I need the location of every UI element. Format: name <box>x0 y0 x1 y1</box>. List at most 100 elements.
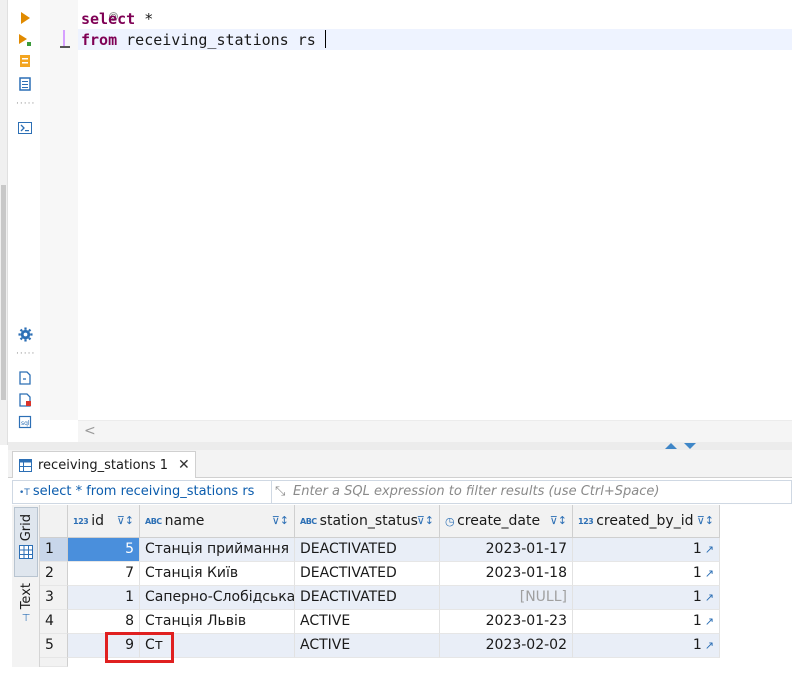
editor-gutter: ⊖ <box>40 0 118 420</box>
maximize-up-icon[interactable] <box>665 443 677 449</box>
sql-text-icon: •T <box>19 488 30 498</box>
code-line-1: select * <box>81 9 153 29</box>
tab-grid[interactable]: Grid <box>14 507 38 577</box>
text-type-icon: ABC <box>145 516 162 526</box>
export-icon[interactable] <box>17 370 33 386</box>
cell-create-date[interactable]: 2023-01-23 <box>440 610 573 634</box>
cell-created-by-id[interactable]: 1 ↗ <box>573 562 720 586</box>
filter-sort-icon[interactable]: ⊽↕ <box>417 514 434 527</box>
change-marker <box>63 30 65 46</box>
editor-horizontal-scrollbar[interactable]: < <box>78 420 792 442</box>
cell-id[interactable]: 7 <box>68 562 140 586</box>
results-view-switcher: Grid Text ⊤ <box>12 505 40 667</box>
row-number[interactable]: 2 <box>40 562 68 586</box>
text-cursor <box>324 30 326 48</box>
date-type-icon: ◷ <box>445 514 455 528</box>
cell-name[interactable]: Станція Львів <box>140 610 295 634</box>
cell-id[interactable]: 8 <box>68 610 140 634</box>
format-icon[interactable]: sql <box>17 414 33 430</box>
execute-statement-icon[interactable] <box>17 10 33 26</box>
cell-value: 1 <box>692 565 702 581</box>
execute-script-icon[interactable] <box>17 32 33 48</box>
table-row[interactable]: 4 8 Станція Львів ACTIVE 2023-01-23 1 ↗ <box>40 610 792 634</box>
filter-bar: •T select * from receiving_stations rs ⤡ … <box>12 480 792 504</box>
keyword: select <box>81 10 136 28</box>
navigate-link-icon[interactable]: ↗ <box>705 615 714 628</box>
cell-created-by-id[interactable]: 1 ↗ <box>573 586 720 610</box>
row-number[interactable]: 5 <box>40 634 68 658</box>
cell-name[interactable]: Станція приймання <box>140 538 295 562</box>
toolbar-separator-2: ····· <box>16 349 36 359</box>
cell-name[interactable]: Саперно-Слобідська <box>140 586 295 610</box>
row-number[interactable]: 4 <box>40 610 68 634</box>
maximize-down-icon[interactable] <box>684 443 696 449</box>
text-label: Text <box>18 583 34 610</box>
tab-text[interactable]: Text ⊤ <box>14 583 38 647</box>
filter-input[interactable]: Enter a SQL expression to filter results… <box>293 484 659 499</box>
terminal-icon[interactable] <box>17 120 33 136</box>
row-number[interactable]: 1 <box>40 538 68 562</box>
code-text: * <box>135 10 154 28</box>
cell-station-status[interactable]: DEACTIVATED <box>295 586 440 610</box>
column-header-id[interactable]: 123 id ⊽↕ <box>68 505 140 538</box>
cell-created-by-id[interactable]: 1 ↗ <box>573 610 720 634</box>
highlight-annotation <box>105 632 174 663</box>
column-name: name <box>164 513 205 529</box>
import-icon[interactable] <box>17 392 33 408</box>
column-name: create_date <box>457 513 541 529</box>
table-row[interactable]: 3 1 Саперно-Слобідська DEACTIVATED [NULL… <box>40 586 792 610</box>
close-icon[interactable]: ✕ <box>178 457 190 473</box>
filter-sort-icon[interactable]: ⊽↕ <box>697 514 714 527</box>
column-header-name[interactable]: ABC name ⊽↕ <box>140 505 295 538</box>
column-name: id <box>91 513 104 529</box>
explain-plan-icon[interactable] <box>17 53 33 69</box>
cell-id[interactable]: 5 <box>68 538 140 562</box>
cell-created-by-id[interactable]: 1 ↗ <box>573 538 720 562</box>
text-type-icon: ABC <box>300 516 317 526</box>
column-header-create-date[interactable]: ◷ create_date ⊽↕ <box>440 505 573 538</box>
table-icon <box>19 458 32 472</box>
cell-created-by-id[interactable]: 1 ↗ <box>573 634 720 658</box>
navigate-link-icon[interactable]: ↗ <box>705 591 714 604</box>
filter-sort-icon[interactable]: ⊽↕ <box>550 514 567 527</box>
sql-editor[interactable]: select * from receiving_stations rs <box>78 0 792 420</box>
filter-query[interactable]: •T select * from receiving_stations rs <box>19 484 254 499</box>
column-header-station-status[interactable]: ABC station_status ⊽↕ <box>295 505 440 538</box>
filter-query-text: select * from receiving_stations rs <box>32 484 255 499</box>
cell-create-date[interactable]: 2023-01-18 <box>440 562 573 586</box>
keyword: from <box>81 31 118 49</box>
column-header-created-by-id[interactable]: 123 created_by_id ⊽↕ <box>573 505 720 538</box>
tab-receiving-stations[interactable]: receiving_stations 1 ✕ <box>12 451 196 478</box>
filter-sort-icon[interactable]: ⊽↕ <box>272 514 289 527</box>
results-tabbar: receiving_stations 1 ✕ <box>8 450 792 478</box>
cell-create-date[interactable]: 2023-02-02 <box>440 634 573 658</box>
toolbar-separator: ····· <box>16 99 36 109</box>
row-number-header[interactable] <box>40 505 68 538</box>
table-row[interactable]: 1 5 Станція приймання DEACTIVATED 2023-0… <box>40 538 792 562</box>
cell-id[interactable]: 1 <box>68 586 140 610</box>
cell-create-date[interactable]: 2023-01-17 <box>440 538 573 562</box>
left-edge-thumb[interactable] <box>1 185 6 400</box>
cell-station-status[interactable]: DEACTIVATED <box>295 538 440 562</box>
panel-splitter[interactable] <box>8 442 792 450</box>
cell-station-status[interactable]: DEACTIVATED <box>295 562 440 586</box>
cell-name[interactable]: Станція Київ <box>140 562 295 586</box>
navigate-link-icon[interactable]: ↗ <box>705 639 714 652</box>
filter-sort-icon[interactable]: ⊽↕ <box>117 514 134 527</box>
svg-text:sql: sql <box>21 420 30 427</box>
number-type-icon: 123 <box>578 516 594 526</box>
code-line-2: from receiving_stations rs <box>81 30 326 50</box>
grid-icon <box>19 545 33 560</box>
cell-station-status[interactable]: ACTIVE <box>295 610 440 634</box>
table-row[interactable]: 2 7 Станція Київ DEACTIVATED 2023-01-18 … <box>40 562 792 586</box>
scroll-left-icon[interactable]: < <box>84 423 96 439</box>
cell-create-date[interactable]: [NULL] <box>440 586 573 610</box>
settings-icon[interactable] <box>17 326 33 342</box>
expand-filter-icon[interactable]: ⤡ <box>275 484 285 499</box>
load-script-icon[interactable] <box>17 76 33 92</box>
row-number[interactable]: 3 <box>40 586 68 610</box>
cell-value: 1 <box>692 541 702 557</box>
cell-station-status[interactable]: ACTIVE <box>295 634 440 658</box>
navigate-link-icon[interactable]: ↗ <box>705 567 714 580</box>
navigate-link-icon[interactable]: ↗ <box>705 543 714 556</box>
